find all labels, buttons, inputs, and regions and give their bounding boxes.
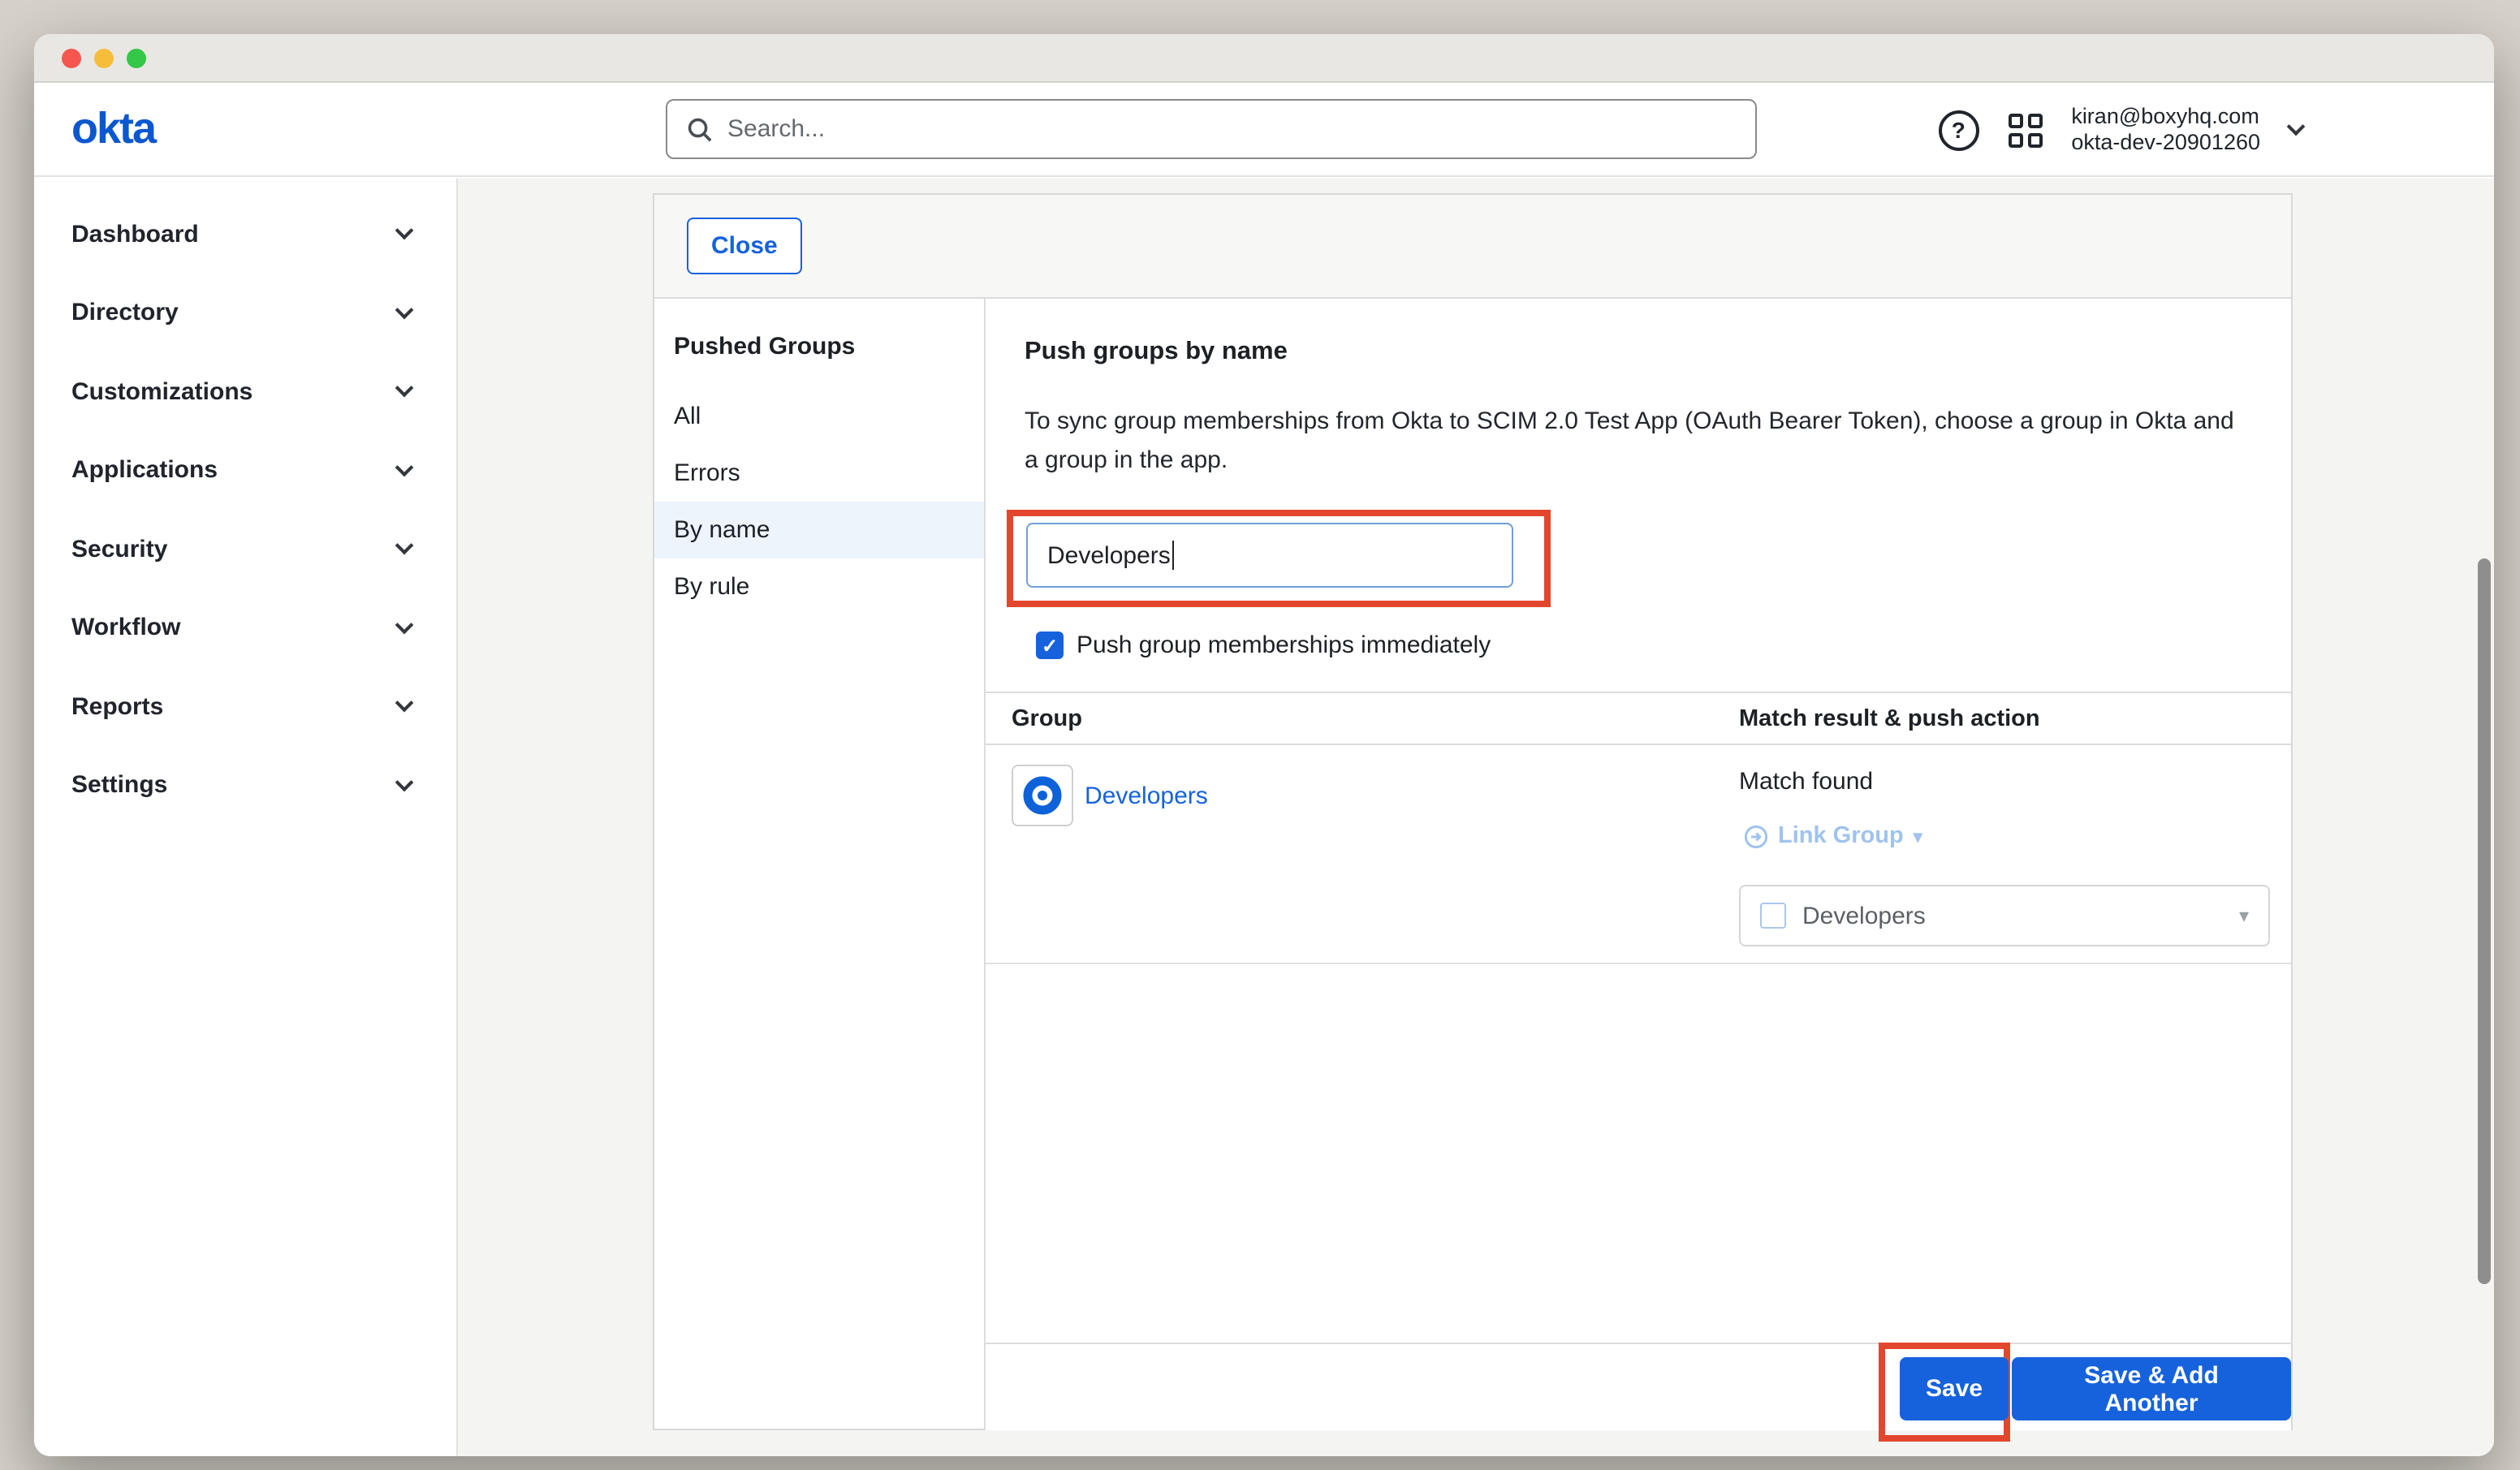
linked-group-value: Developers [1802,902,1926,929]
group-icon [1023,776,1062,815]
panel-title: Push groups by name [1025,338,1288,367]
browser-window: okta Search... ? kiran@boxyhq.com okt [34,34,2494,1456]
app-header: okta Search... ? kiran@boxyhq.com okt [34,83,2494,177]
sidebar-item-label: Workflow [71,614,180,642]
sidebar-item-label: Settings [71,772,167,800]
search-icon [687,116,713,142]
caret-down-icon: ▾ [2239,904,2249,927]
chevron-down-icon [395,773,414,791]
nav-item-errors[interactable]: Errors [654,445,984,502]
group-name-input[interactable]: Developers [1026,523,1513,588]
close-button[interactable]: Close [687,218,802,274]
group-avatar [1012,765,1073,826]
app-body: Dashboard Directory Customizations Appli… [34,179,2494,1456]
account-menu[interactable]: kiran@boxyhq.com okta-dev-20901260 [2071,104,2260,156]
sidebar-item-label: Reports [71,693,163,721]
window-zoom-button[interactable] [127,48,146,67]
row-divider [986,963,2291,964]
save-button[interactable]: Save [1900,1357,2009,1420]
help-icon[interactable]: ? [1938,110,1978,150]
sidebar-item-dashboard[interactable]: Dashboard [34,195,456,274]
text-cursor [1172,541,1174,570]
chevron-down-icon [395,300,414,319]
annotation-box-save: Save [1879,1343,2010,1442]
pushed-groups-nav: Pushed Groups All Errors By name By rule [654,299,986,1430]
chevron-down-icon [395,537,414,555]
apps-grid-icon[interactable] [2008,113,2042,147]
chevron-down-icon[interactable] [2287,118,2306,136]
linked-group-dropdown[interactable]: Developers ▾ [1739,885,2270,946]
sidebar-item-label: Security [71,536,167,563]
table-row-group-cell: Developers [1012,765,1208,826]
sidebar-item-directory[interactable]: Directory [34,274,456,352]
chevron-down-icon [395,379,414,398]
sidebar-item-settings[interactable]: Settings [34,746,456,825]
sidebar-item-label: Applications [71,457,218,485]
group-input-value: Developers [1047,541,1171,569]
search-placeholder: Search... [727,115,825,143]
header-actions: ? kiran@boxyhq.com okta-dev-20901260 [1938,83,2302,177]
sidebar-item-workflow[interactable]: Workflow [34,588,456,667]
account-email: kiran@boxyhq.com [2071,104,2260,130]
stage: okta Search... ? kiran@boxyhq.com okt [0,0,2520,1470]
sidebar-item-customizations[interactable]: Customizations [34,352,456,431]
grid-square [2027,113,2042,127]
chevron-down-icon [395,694,414,713]
column-header-group: Group [1012,693,1082,747]
chevron-down-icon [395,222,414,240]
link-group-button[interactable]: Link Group ▾ [1744,823,1922,849]
sidebar-item-label: Directory [71,300,179,327]
sidebar-item-security[interactable]: Security [34,510,456,588]
save-add-another-button[interactable]: Save & Add Another [2012,1357,2291,1420]
group-swatch-icon [1760,903,1786,929]
push-groups-dialog: Close Pushed Groups All Errors By name B… [653,193,2293,1430]
nav-item-by-rule[interactable]: By rule [654,558,984,615]
main-area: Close Pushed Groups All Errors By name B… [458,179,2494,1456]
link-group-icon [1744,824,1768,848]
match-status-text: Match found [1739,768,1873,795]
account-org: okta-dev-20901260 [2071,130,2260,156]
column-header-match: Match result & push action [1739,693,2040,747]
window-close-button[interactable] [62,48,81,67]
pushed-groups-title: Pushed Groups [654,299,984,388]
window-titlebar [34,34,2494,83]
sidebar-item-applications[interactable]: Applications [34,431,456,510]
push-immediately-label[interactable]: Push group memberships immediately [1077,632,1491,659]
chevron-down-icon [395,458,414,476]
nav-item-all[interactable]: All [654,388,984,445]
push-by-name-panel: Push groups by name To sync group member… [986,299,2291,1430]
sidebar: Dashboard Directory Customizations Appli… [34,179,458,1456]
push-immediately-checkbox[interactable]: ✓ [1036,632,1064,659]
grid-square [2008,132,2022,147]
panel-description: To sync group memberships from Okta to S… [1025,403,2234,481]
sidebar-item-reports[interactable]: Reports [34,667,456,746]
push-immediately-row: ✓ Push group memberships immediately [1036,632,1491,659]
chevron-down-icon [395,615,414,634]
dialog-body: Pushed Groups All Errors By name By rule… [654,299,2291,1430]
caret-down-icon: ▾ [1914,826,1922,847]
link-group-label: Link Group [1778,823,1904,849]
grid-square [2027,132,2042,147]
sidebar-item-label: Customizations [71,378,252,406]
okta-logo[interactable]: okta [71,107,155,151]
sidebar-item-label: Dashboard [71,221,199,248]
global-search-input[interactable]: Search... [666,99,1757,159]
scrollbar-thumb[interactable] [2478,558,2491,1284]
match-table-header: Group Match result & push action [986,692,2291,745]
dialog-toolbar: Close [654,195,2291,299]
group-name-link[interactable]: Developers [1085,782,1208,809]
grid-square [2008,113,2022,127]
annotation-box-group-input: Developers [1007,510,1551,607]
nav-item-by-name[interactable]: By name [654,502,984,558]
window-controls [62,48,146,67]
window-minimize-button[interactable] [94,48,114,67]
